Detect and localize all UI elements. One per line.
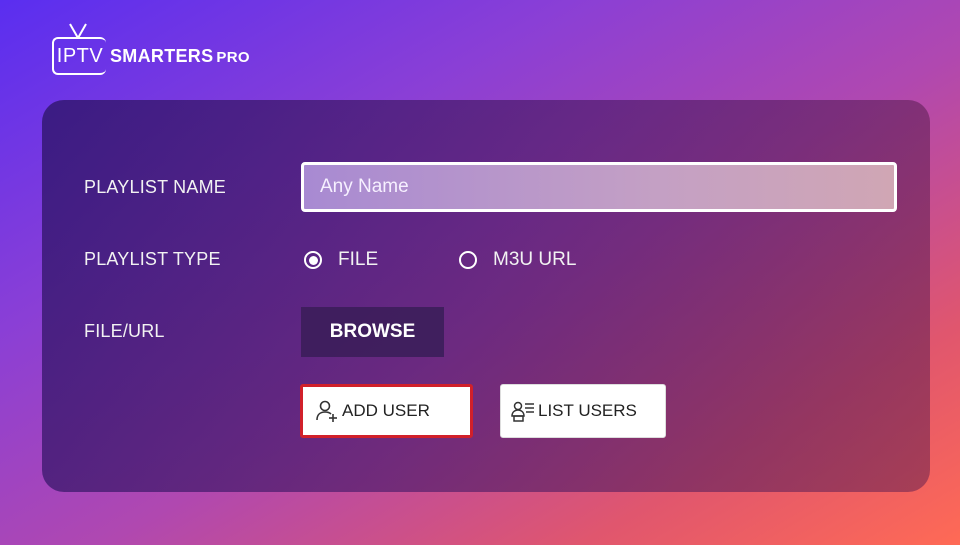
list-users-button[interactable]: LIST USERS — [500, 384, 666, 438]
radio-m3u-url-label: M3U URL — [493, 249, 577, 270]
browse-button[interactable]: BROWSE — [301, 307, 444, 357]
radio-file[interactable]: FILE — [304, 249, 378, 271]
logo-brand-text: SMARTERS — [110, 45, 214, 66]
add-user-icon — [315, 399, 339, 423]
app-logo: IPTV SMARTERS PRO — [52, 22, 250, 78]
playlist-form-panel: PLAYLIST NAME PLAYLIST TYPE FILE M3U URL… — [42, 100, 930, 492]
playlist-name-label: PLAYLIST NAME — [84, 177, 226, 197]
playlist-name-input[interactable] — [301, 162, 897, 212]
logo-brand: SMARTERS PRO — [110, 46, 250, 67]
playlist-type-label: PLAYLIST TYPE — [84, 249, 221, 269]
logo-suffix-text: PRO — [216, 48, 250, 66]
radio-file-label: FILE — [338, 249, 379, 270]
list-users-icon — [511, 399, 535, 423]
radio-selected-icon — [304, 251, 322, 269]
radio-unselected-icon — [459, 251, 477, 269]
logo-iptv-text: IPTV — [56, 44, 104, 67]
antenna-icon — [69, 23, 87, 39]
add-user-label: ADD USER — [342, 401, 430, 420]
file-url-label: FILE/URL — [84, 321, 165, 341]
list-users-label: LIST USERS — [538, 401, 637, 420]
add-user-button[interactable]: ADD USER — [300, 384, 473, 438]
radio-m3u-url[interactable]: M3U URL — [459, 249, 576, 271]
tv-logo-icon: IPTV — [52, 23, 106, 75]
